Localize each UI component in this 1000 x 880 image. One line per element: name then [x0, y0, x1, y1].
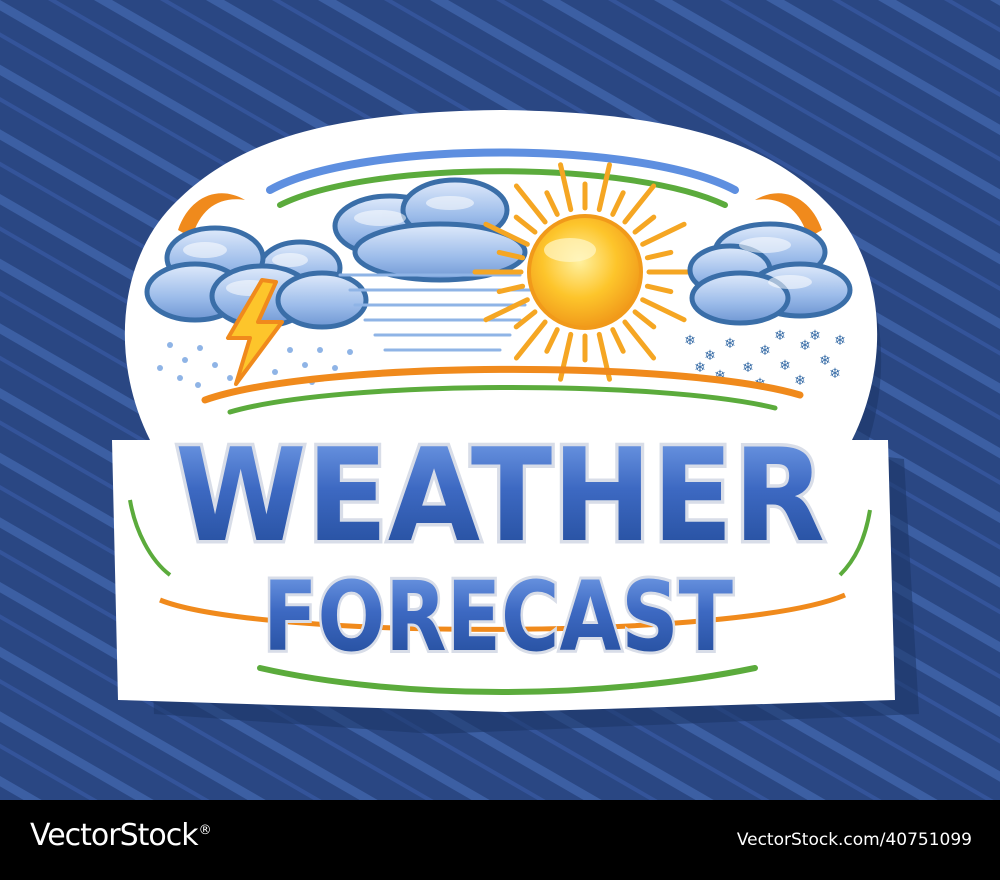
vectorstock-logo: VectorStock®	[30, 818, 212, 853]
snowflake-icon: ❄	[834, 333, 846, 349]
stock-image-id: VectorStock.com/40751099	[736, 830, 972, 850]
snowflake-icon: ❄	[684, 333, 696, 349]
snowflake-icon: ❄	[724, 336, 736, 352]
snowflake-icon: ❄	[704, 348, 716, 364]
weather-forecast-badge-illustration: ❄❄❄❄❄❄❄❄❄❄ ❄ ❄ ❄❄❄ ❄ WEATHER FORECAST	[0, 0, 1000, 800]
title-line-1: WEATHER	[175, 422, 825, 571]
snowflake-icon: ❄	[829, 366, 841, 382]
snowflake-icon: ❄	[809, 328, 821, 344]
snowflake-icon: ❄	[742, 360, 754, 376]
snowflake-icon: ❄	[759, 343, 771, 359]
title-line-2: FORECAST	[263, 561, 733, 673]
image-canvas: ❄ ❄ ❄ ❄ ❄ ❄ ❄ ❄ ❄ ❄ ❄ ❄ ❄ ❄ ❄ ❄ WEATHER FORECAST Vector…	[0, 0, 1000, 880]
snowflake-icon: ❄	[774, 328, 786, 344]
snowflake-icon: ❄	[779, 358, 791, 374]
snowflake-icon: ❄	[694, 360, 706, 376]
watermark-footer: VectorStock® VectorStock.com/40751099	[0, 800, 1000, 880]
snowflake-icon: ❄	[794, 373, 806, 389]
